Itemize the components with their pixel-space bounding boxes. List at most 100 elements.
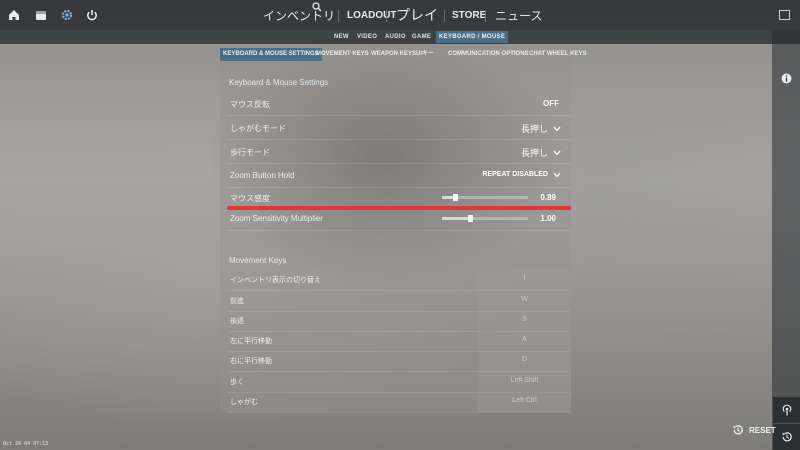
setting-row-invert-mouse[interactable]: マウス反転 OFF — [227, 93, 571, 116]
setting-row-zoom-button-hold[interactable]: Zoom Button Hold REPEAT DISABLED — [227, 165, 571, 188]
setting-row-zoom-sensitivity[interactable]: Zoom Sensitivity Multiplier 1.00 — [227, 208, 571, 231]
reset-label: RESET — [749, 425, 776, 435]
chevron-down-icon — [553, 172, 561, 177]
info-icon[interactable] — [781, 73, 792, 84]
minimize-icon[interactable] — [779, 10, 790, 20]
keybind-row[interactable]: インベントリ表示の切り替え I — [227, 270, 571, 291]
broadcast-icon — [782, 404, 792, 416]
keybind-value: S — [522, 316, 527, 323]
keybind-button[interactable]: W — [478, 291, 571, 311]
keybind-row[interactable]: 前進 W — [227, 291, 571, 312]
keybind-value: Left Shift — [510, 377, 539, 384]
keybind-value: W — [521, 296, 528, 303]
keybind-row[interactable]: 歩く Left Shift — [227, 372, 571, 393]
keybind-button[interactable]: Left Shift — [478, 372, 571, 392]
nav-store-label: STORE — [452, 9, 487, 21]
keybind-button[interactable]: S — [478, 311, 571, 331]
dropdown[interactable]: 長押し — [521, 146, 561, 159]
dropdown-value: 長押し — [520, 124, 548, 134]
setting-label: マウス感度 — [230, 194, 270, 203]
power-icon[interactable] — [84, 7, 100, 23]
inventory-box-icon[interactable] — [33, 7, 49, 23]
keybind-label: 左に平行移動 — [230, 338, 272, 345]
setting-label: しゃがむモード — [230, 124, 286, 133]
setting-label: マウス反転 — [230, 100, 270, 109]
setting-label: Zoom Button Hold — [230, 171, 295, 180]
keybind-value: I — [523, 275, 526, 282]
keybind-label: しゃがむ — [230, 399, 258, 406]
keybind-label: 後退 — [230, 318, 244, 325]
settings-gear-icon[interactable] — [59, 7, 75, 23]
tab-keyboard-mouse[interactable]: KEYBOARD / MOUSE — [436, 31, 509, 43]
keybind-row[interactable]: 後退 S — [227, 311, 571, 332]
tab-ui-keys[interactable]: UIキー — [416, 48, 434, 61]
search-icon[interactable] — [312, 2, 322, 12]
setting-value[interactable]: OFF — [543, 99, 559, 108]
slider-value[interactable]: 1.00 — [540, 214, 556, 223]
nav-divider — [444, 10, 445, 22]
tab-audio[interactable]: AUDIO — [385, 30, 406, 44]
tab-video[interactable]: VIDEO — [357, 30, 377, 44]
nav-play-label: プレイ — [396, 7, 438, 23]
nav-divider — [338, 10, 339, 22]
chevron-down-icon — [553, 126, 561, 131]
nav-divider — [386, 10, 387, 22]
nav-loadout[interactable]: LOADOUT — [347, 0, 396, 30]
nav-store[interactable]: STORE — [452, 0, 486, 30]
tab-movement-keys[interactable]: MOVEMENT KEYS — [316, 48, 369, 61]
section-title-movement-keys: Movement Keys — [229, 256, 287, 265]
tab-weapon-keys[interactable]: WEAPON KEYS — [371, 48, 416, 61]
nav-inventory[interactable]: インベントリ — [263, 0, 335, 30]
tab-new[interactable]: NEW — [334, 30, 349, 44]
right-sidebar — [772, 30, 800, 450]
nav-loadout-label: LOADOUT — [347, 9, 397, 21]
dropdown-value: REPEAT DISABLED — [482, 171, 548, 178]
slider-fill — [442, 217, 471, 220]
nav-news-label: ニュース — [495, 8, 543, 23]
tab-keyboard-mouse-settings[interactable]: KEYBOARD & MOUSE SETTINGS — [220, 48, 322, 61]
tab-communication-options[interactable]: COMMUNICATION OPTIONS — [448, 48, 529, 61]
slider-track[interactable] — [442, 215, 528, 222]
broadcast-button[interactable] — [773, 397, 800, 423]
footer-timestamp: Oct 24 04 07:13 — [3, 441, 49, 447]
setting-row-crouch-mode[interactable]: しゃがむモード 長押し — [227, 117, 571, 140]
setting-label: Zoom Sensitivity Multiplier — [230, 214, 323, 223]
keybind-button[interactable]: I — [478, 270, 571, 290]
home-icon[interactable] — [6, 7, 22, 23]
slider-value[interactable]: 0.89 — [540, 193, 556, 202]
keybind-row[interactable]: 左に平行移動 A — [227, 331, 571, 352]
keybind-value: Left Ctrl — [512, 397, 537, 404]
nav-divider — [485, 10, 486, 22]
nav-inventory-label: インベントリ — [263, 8, 336, 23]
slider-handle[interactable] — [452, 194, 458, 201]
slider-handle[interactable] — [468, 215, 474, 222]
history-button[interactable] — [773, 424, 800, 450]
keybind-button[interactable]: A — [478, 331, 571, 351]
keybind-row[interactable]: 右に平行移動 D — [227, 351, 571, 372]
reset-history-icon — [733, 425, 743, 435]
section-title-keyboard-mouse: Keyboard & Mouse Settings — [229, 78, 329, 87]
keybind-button[interactable]: Left Ctrl — [478, 392, 571, 412]
keybind-value: A — [522, 336, 527, 343]
nav-news[interactable]: ニュース — [495, 0, 542, 30]
keybind-label: 右に平行移動 — [230, 358, 272, 365]
tab-chat-wheel-keys[interactable]: CHAT WHEEL KEYS — [529, 48, 586, 61]
setting-row-walk-mode[interactable]: 歩行モード 長押し — [227, 141, 571, 164]
slider-track[interactable] — [442, 194, 528, 201]
tab-game[interactable]: GAME — [412, 30, 431, 44]
keybind-value: D — [521, 356, 528, 363]
reset-button[interactable]: RESET — [732, 424, 776, 436]
dropdown[interactable]: 長押し — [521, 122, 561, 135]
dropdown[interactable]: REPEAT DISABLED — [482, 171, 561, 178]
history-icon — [782, 432, 792, 442]
keybind-label: 前進 — [230, 298, 244, 305]
nav-play[interactable]: プレイ — [396, 0, 438, 30]
keybind-label: インベントリ表示の切り替え — [230, 277, 321, 284]
keybind-button[interactable]: D — [478, 351, 571, 371]
top-bar: インベントリ LOADOUT プレイ STORE ニュース — [0, 0, 800, 30]
setting-label: 歩行モード — [230, 148, 270, 157]
chevron-down-icon — [553, 150, 561, 155]
keybind-label: 歩く — [230, 379, 244, 386]
dropdown-value: 長押し — [520, 148, 548, 158]
keybind-row[interactable]: しゃがむ Left Ctrl — [227, 392, 571, 413]
